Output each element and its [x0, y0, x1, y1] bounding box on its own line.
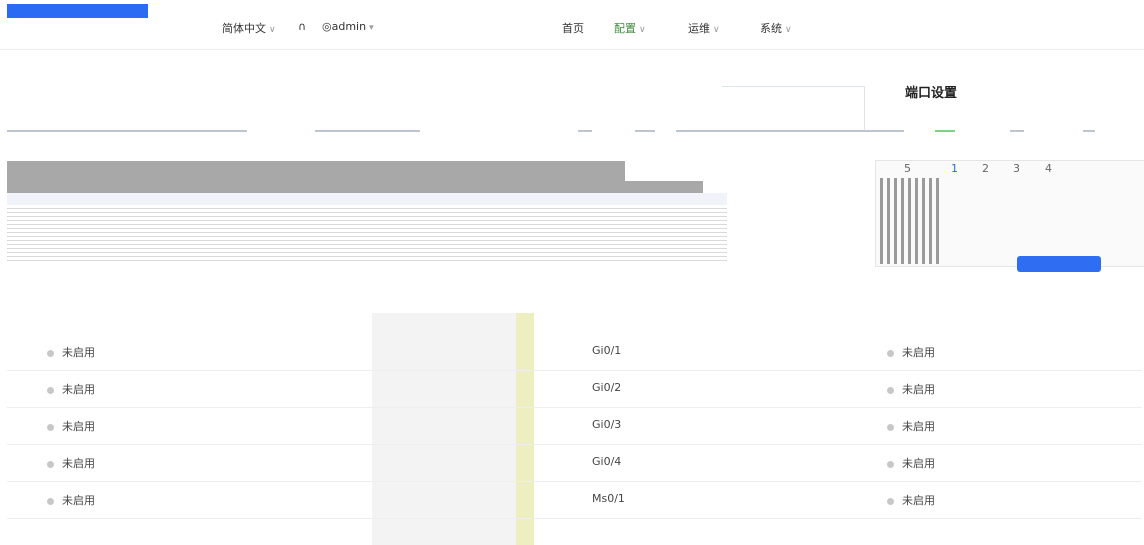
toolbar-input[interactable] [315, 130, 420, 132]
nav-item-config[interactable]: 配置 ∨ [614, 20, 646, 36]
chevron-down-icon: ∨ [639, 25, 646, 35]
status-cell: 未启用 [887, 344, 935, 360]
status-cell: 未启用 [887, 492, 935, 508]
status-cell: 未启用 [47, 455, 95, 471]
status-dot-icon [47, 423, 54, 431]
nav-item-home[interactable]: 首页 [562, 20, 584, 36]
toolbar-options[interactable] [676, 130, 904, 132]
tab-4[interactable]: 4 [1045, 162, 1052, 175]
tab-2[interactable]: 2 [982, 162, 989, 175]
chevron-down-icon: ∨ [269, 25, 276, 35]
table-row[interactable]: 未启用 Gi0/3 未启用 [7, 407, 1142, 445]
status-cell: 未启用 [887, 418, 935, 434]
chevron-down-icon: ▾ [369, 23, 374, 33]
status-cell: 未启用 [887, 381, 935, 397]
port-graphic [880, 178, 940, 264]
table-row[interactable]: 未启用 Gi0/4 未启用 [7, 444, 1142, 482]
toolbar-button[interactable] [578, 130, 592, 132]
table-row[interactable]: 未启用 Ms0/1 未启用 [7, 481, 1142, 519]
confirm-button[interactable] [1017, 256, 1101, 272]
info-banner-tail [625, 181, 703, 193]
port-name: Gi0/4 [592, 455, 622, 468]
port-name: Gi0/3 [592, 418, 622, 431]
port-name: Gi0/2 [592, 381, 622, 394]
user-menu[interactable]: ◎admin ▾ [322, 20, 374, 33]
status-dot-icon [47, 460, 54, 468]
status-dot-icon [47, 349, 54, 357]
title-frame [722, 86, 865, 132]
tab-1[interactable]: 1 [951, 162, 958, 175]
status-cell: 未启用 [47, 381, 95, 397]
tab-3[interactable]: 3 [1013, 162, 1020, 175]
status-dot-icon [887, 386, 894, 394]
page-title: 端口设置 [905, 86, 958, 101]
toolbar-button[interactable] [1010, 130, 1024, 132]
status-cell: 未启用 [47, 344, 95, 360]
status-dot-icon [887, 423, 894, 431]
status-cell: 未启用 [887, 455, 935, 471]
nav-item-ops[interactable]: 运维 ∨ [688, 20, 720, 36]
nav-item-system[interactable]: 系统 ∨ [760, 20, 792, 36]
status-dot-icon [47, 497, 54, 505]
status-dot-icon [887, 460, 894, 468]
tab-5[interactable]: 5 [904, 162, 911, 175]
status-dot-icon [887, 349, 894, 357]
port-table: 未启用 Gi0/1 未启用 未启用 Gi0/2 未启用 未启用 Gi0/3 未启… [7, 313, 1142, 545]
language-selector[interactable]: 简体中文 ∨ [222, 20, 276, 36]
topbar-divider [0, 49, 1144, 50]
status-cell: 未启用 [47, 492, 95, 508]
toolbar-green-button[interactable] [935, 130, 955, 132]
table-row[interactable]: 未启用 Gi0/2 未启用 [7, 370, 1142, 408]
brand-logo[interactable] [7, 4, 148, 18]
user-icon: ◎ [322, 20, 332, 33]
table-row[interactable]: 未启用 Gi0/1 未启用 [7, 333, 1142, 371]
port-name: Gi0/1 [592, 344, 622, 357]
toolbar-filter-strip[interactable] [7, 130, 247, 132]
help-icon[interactable]: ∩ [298, 20, 306, 33]
chevron-down-icon: ∨ [713, 25, 720, 35]
info-banner [7, 161, 625, 193]
banner-stripes [7, 208, 727, 263]
status-cell: 未启用 [47, 418, 95, 434]
toolbar-button[interactable] [635, 130, 655, 132]
notice-row [7, 193, 727, 205]
chevron-down-icon: ∨ [785, 25, 792, 35]
port-name: Ms0/1 [592, 492, 625, 505]
status-dot-icon [47, 386, 54, 394]
toolbar-button[interactable] [1083, 130, 1095, 132]
status-dot-icon [887, 497, 894, 505]
